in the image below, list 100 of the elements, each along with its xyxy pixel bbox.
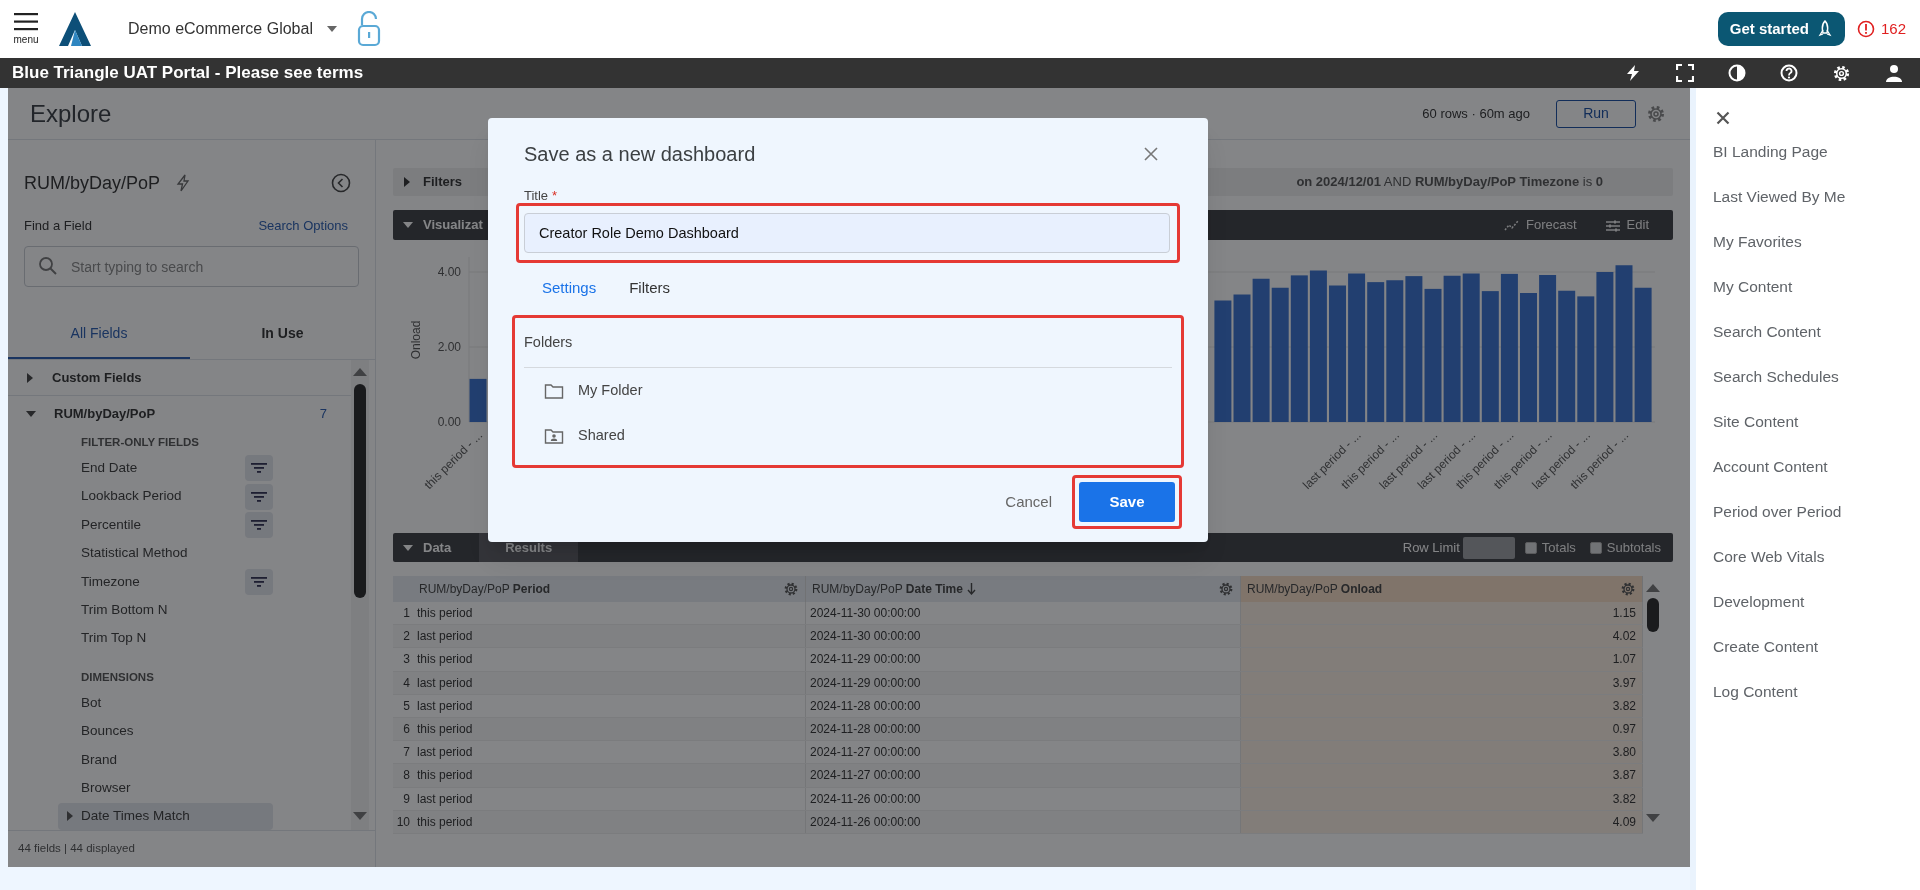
filter-summary: on 2024/12/01 AND RUM/byDay/PoP Timezone is 0 (1296, 173, 1603, 192)
column-header[interactable]: RUM/byDay/PoP Date Time (806, 576, 1241, 602)
checkbox[interactable] (1589, 541, 1602, 554)
close-icon[interactable] (1143, 146, 1159, 162)
table-cell: this period (413, 810, 806, 833)
lightning-icon (176, 174, 191, 192)
checkbox[interactable] (1524, 541, 1537, 554)
data-label: Data (423, 538, 452, 557)
rocket-icon (1816, 20, 1833, 38)
workspace-selector[interactable]: Demo eCommerce Global (128, 17, 337, 41)
field-count: 7 (319, 404, 327, 423)
page-title: Explore (30, 98, 112, 129)
logo-icon (58, 11, 92, 47)
help-icon[interactable] (1780, 64, 1798, 82)
row-number: 7 (402, 744, 411, 762)
filter-button[interactable] (245, 511, 273, 538)
scroll-down-icon[interactable] (1646, 814, 1660, 822)
title-field[interactable]: Creator Role Demo Dashboard (524, 213, 1170, 253)
scrollbar[interactable] (351, 360, 369, 830)
checkbox-option[interactable]: Subtotals (1589, 537, 1661, 558)
field-item[interactable]: Statistical Method (58, 539, 273, 567)
settings-icon[interactable] (1832, 63, 1851, 83)
sidebar-link[interactable]: Search Content (1713, 319, 1821, 344)
lightning-icon[interactable] (1624, 64, 1642, 82)
sidebar-link[interactable]: Period over Period (1713, 499, 1842, 524)
row-limit-field[interactable] (1462, 536, 1515, 559)
dialog-title: Save as a new dashboard (524, 142, 756, 167)
dialog-tab[interactable]: Settings (542, 276, 597, 300)
scroll-up-icon[interactable] (353, 368, 367, 376)
user-icon[interactable] (1885, 64, 1903, 82)
field-item[interactable]: Bounces (58, 717, 273, 745)
field-item[interactable]: Date Times Match (58, 803, 273, 830)
sidebar-link[interactable]: Development (1713, 589, 1805, 614)
shared-folder-icon (544, 426, 564, 445)
sidebar-link[interactable]: My Favorites (1713, 229, 1802, 254)
table-cell: last period (413, 671, 806, 694)
get-started-button[interactable]: Get started (1717, 12, 1845, 46)
field-item[interactable]: Browser (58, 774, 273, 802)
folder-item[interactable]: Shared (524, 413, 1172, 458)
contrast-icon[interactable] (1728, 64, 1746, 82)
field-item[interactable]: Brand (58, 746, 273, 774)
field-item[interactable]: Trim Top N (58, 625, 273, 653)
fullscreen-icon[interactable] (1676, 64, 1694, 82)
chart-action-button[interactable]: Edit (1604, 215, 1649, 235)
field-item[interactable]: Lookback Period (58, 483, 273, 511)
scroll-thumb[interactable] (354, 384, 366, 598)
scroll-thumb[interactable] (1647, 598, 1659, 632)
tree-row[interactable]: RUM/byDay/PoP 7 (8, 396, 351, 432)
row-number: 4 (402, 674, 411, 692)
field-item[interactable]: Percentile (58, 511, 273, 539)
field-tab[interactable]: All Fields (8, 310, 190, 359)
field-item[interactable]: End Date (58, 454, 273, 482)
field-count-summary: 44 fields | 44 displayed (18, 841, 135, 857)
run-button[interactable]: Run (1556, 99, 1636, 128)
unlock-icon (356, 11, 381, 47)
sidebar-link[interactable]: My Content (1713, 274, 1793, 299)
sidebar-link[interactable]: Create Content (1713, 634, 1819, 659)
row-number: 1 (402, 605, 411, 622)
sidebar-link[interactable]: BI Landing Page (1713, 139, 1828, 164)
field-item[interactable]: Bot (58, 689, 273, 717)
sidebar-link[interactable]: Core Web Vitals (1713, 544, 1825, 569)
search-options-link[interactable]: Search Options (258, 216, 348, 236)
sidebar-link[interactable]: Site Content (1713, 409, 1799, 434)
field-item[interactable]: Timezone (58, 568, 273, 596)
search-field[interactable]: Start typing to search (24, 246, 359, 287)
dialog-tab[interactable]: Filters (629, 276, 671, 300)
column-header[interactable]: RUM/byDay/PoP Onload (1241, 576, 1643, 602)
scroll-up-icon[interactable] (1646, 584, 1660, 592)
save-button[interactable]: Save (1079, 482, 1175, 522)
group-heading: FILTER-ONLY FIELDS (80, 435, 200, 451)
sidebar-link[interactable]: Last Viewed By Me (1713, 184, 1846, 209)
column-header[interactable]: RUM/byDay/PoP Period (413, 576, 806, 602)
filter-button[interactable] (245, 455, 273, 482)
scroll-down-icon[interactable] (353, 812, 367, 820)
field-tab[interactable]: In Use (190, 310, 375, 359)
cancel-button[interactable]: Cancel (1005, 490, 1052, 514)
table-cell: 3.80 (1241, 741, 1643, 764)
row-number: 2 (402, 628, 411, 646)
filter-button[interactable] (245, 568, 273, 595)
row-number: 5 (402, 697, 411, 715)
filters-label: Filters (423, 173, 462, 192)
filter-button[interactable] (245, 483, 273, 510)
section-heading: Folders (524, 332, 573, 352)
close-icon[interactable] (1716, 111, 1730, 125)
menu-icon (14, 12, 38, 31)
sidebar-link[interactable]: Log Content (1713, 679, 1798, 704)
menu-button[interactable]: menu (12, 12, 40, 46)
caret-icon (326, 25, 337, 33)
checkbox-option[interactable]: Totals (1524, 537, 1576, 558)
chart-action-button[interactable]: Forecast (1504, 215, 1577, 235)
folder-item[interactable]: My Folder (524, 368, 1172, 413)
table-cell: last period (413, 625, 806, 648)
tree-row[interactable]: Custom Fields (8, 360, 351, 396)
sidebar-link[interactable]: Search Schedules (1713, 364, 1839, 389)
field-item[interactable]: Trim Bottom N (58, 596, 273, 624)
sidebar-link[interactable]: Account Content (1713, 454, 1828, 479)
visualization-label: Visualizat (423, 216, 483, 235)
table-cell: this period (413, 717, 806, 741)
table-cell: 4.09 (1241, 810, 1643, 833)
collapse-icon[interactable] (331, 173, 351, 193)
